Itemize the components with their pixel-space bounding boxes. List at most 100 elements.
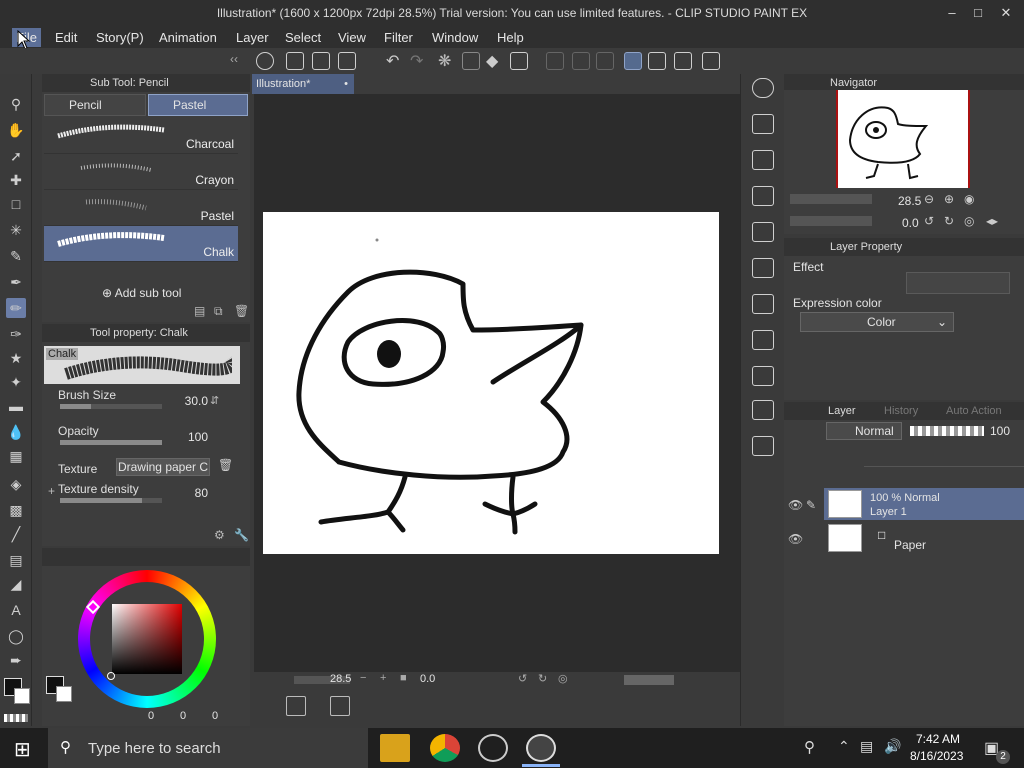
volume-icon[interactable]: 🔊 [884,738,901,755]
save-icon[interactable] [338,52,356,70]
tab-illustration[interactable]: Illustration* • [252,74,354,94]
undo-icon[interactable]: ↶ [386,51,399,71]
text-tool-icon[interactable]: A [6,600,26,620]
eyedropper-tool-icon[interactable]: ✎ [6,246,26,266]
figure-tool-icon[interactable]: ╱ [6,524,26,544]
new-file-icon[interactable] [286,52,304,70]
menu-help[interactable]: Help [493,28,528,47]
layer-row-layer1[interactable]: 100 % Normal Layer 1 [824,488,1024,520]
delete-subtool-icon[interactable]: 🗑 [234,304,249,318]
network-icon[interactable]: ▤ [860,738,873,755]
tab-pencil[interactable]: Pencil [44,94,146,116]
auto-action-icon[interactable] [752,366,774,386]
expression-color-select[interactable]: Color ⌄ [800,312,954,332]
tone-icon[interactable] [752,222,774,242]
actual-size-icon[interactable]: ◉ [964,192,974,206]
menu-select[interactable]: Select [281,28,325,47]
selection-tool-icon[interactable]: □ [6,194,26,214]
transform-icon[interactable] [510,52,528,70]
sub-color-swatch[interactable] [14,688,30,704]
rotate-right-icon[interactable]: ↻ [538,672,547,685]
subtool-settings-icon[interactable]: ▤ [194,304,205,318]
navigator-angle-slider[interactable] [790,216,872,226]
saturation-value-square[interactable] [112,604,182,674]
secondary-color-swatch[interactable] [56,686,72,702]
people-icon[interactable]: ⚲ [804,738,815,756]
menu-view[interactable]: View [334,28,370,47]
texture-field[interactable]: Drawing paper C [116,458,210,476]
fill-icon[interactable]: ◆ [486,51,498,71]
effect-buttons[interactable] [906,272,1010,294]
chevron-up-icon[interactable]: ⌃ [838,738,850,755]
windows-start-icon[interactable]: ⊞ [14,737,31,762]
layout-icon[interactable] [702,52,720,70]
opacity-value[interactable]: 100 [174,430,208,444]
chrome-icon[interactable] [430,734,460,762]
ruler-tool-icon[interactable]: ◢ [6,574,26,594]
zoom-out-icon[interactable]: − [360,672,366,684]
brush-item-chalk[interactable]: Chalk [44,226,238,262]
transparent-color-swatch[interactable] [4,714,28,722]
navigator-zoom-slider[interactable] [790,194,872,204]
navigator-angle-value[interactable]: 0.0 [902,216,919,230]
snap-ruler-icon[interactable] [624,52,642,70]
close-panel-icon[interactable] [752,186,774,206]
deselect-icon[interactable] [596,52,614,70]
reset-angle-icon[interactable]: ◎ [964,214,974,228]
layer-opacity-slider[interactable] [910,426,984,436]
brush-item-charcoal[interactable]: Charcoal [44,118,238,154]
rotate-right-icon[interactable]: ↻ [944,214,954,228]
blend-tool-icon[interactable]: 💧 [6,422,26,442]
tab-history[interactable]: History [884,405,918,417]
rotate-left-icon[interactable]: ↺ [518,672,527,685]
open-file-icon[interactable] [312,52,330,70]
copy-subtool-icon[interactable]: ⧉ [214,304,223,319]
add-sub-tool-button[interactable]: ⊕ Add sub tool [102,286,181,300]
clock-time[interactable]: 7:42 AM [916,732,960,746]
blend-mode-select[interactable]: Normal [826,422,902,440]
crop-icon[interactable] [572,52,590,70]
fit-icon[interactable]: ■ [400,672,407,684]
brush-item-pastel[interactable]: Pastel [44,190,238,226]
spinner-icon[interactable]: ⇵ [210,394,219,407]
reset-rotation-icon[interactable]: ◎ [558,672,568,685]
delete-texture-icon[interactable]: 🗑 [218,458,233,472]
zoom-in-icon[interactable]: ⊕ [944,192,954,206]
clear-icon[interactable] [462,52,480,70]
pen-tool-icon[interactable]: ✒ [6,272,26,292]
brush-item-crayon[interactable]: Crayon [44,154,238,190]
canvas-zoom-value[interactable]: 28.5 [330,673,351,685]
search-box[interactable]: ⚲ Type here to search [48,728,368,768]
clock-date[interactable]: 8/16/2023 [910,749,963,763]
rotate-left-icon[interactable]: ↺ [924,214,934,228]
tab-layer[interactable]: Layer [828,405,856,417]
menu-animation[interactable]: Animation [155,28,221,47]
animation-cels-icon[interactable] [330,696,350,716]
zoom-out-icon[interactable]: ⊖ [924,192,934,206]
bucket-tool-icon[interactable]: ◈ [6,474,26,494]
close-button[interactable]: ✕ [996,4,1016,22]
info-icon[interactable] [752,436,774,456]
frame-tool-icon[interactable]: ▤ [6,550,26,570]
eye-icon[interactable]: 👁 [788,532,803,546]
zoom-in-icon[interactable]: + [380,672,386,684]
airbrush-tool-icon[interactable]: ★ [6,348,26,368]
timeline-icon[interactable] [286,696,306,716]
tab-pastel[interactable]: Pastel [148,94,248,116]
item-bank-icon[interactable] [752,294,774,314]
brush-tool-icon[interactable]: ✑ [6,324,26,344]
tab-auto-action[interactable]: Auto Action [946,405,1002,417]
menu-filter[interactable]: Filter [380,28,417,47]
search-icon[interactable] [752,78,774,98]
tab-close-icon[interactable]: • [344,74,348,94]
fill-tool-icon[interactable]: ▦ [6,446,26,466]
layer-opacity-value[interactable]: 100 [990,424,1010,438]
settings-icon[interactable]: ❋ [438,51,451,71]
layer-row-paper[interactable]: □ Paper [824,522,1024,554]
navigator-preview[interactable] [836,90,970,188]
snap-special-ruler-icon[interactable] [648,52,666,70]
menu-story[interactable]: Story(P) [92,28,148,47]
menu-edit[interactable]: Edit [51,28,81,47]
correct-line-tool-icon[interactable]: ➨ [6,650,26,670]
menu-layer[interactable]: Layer [232,28,273,47]
